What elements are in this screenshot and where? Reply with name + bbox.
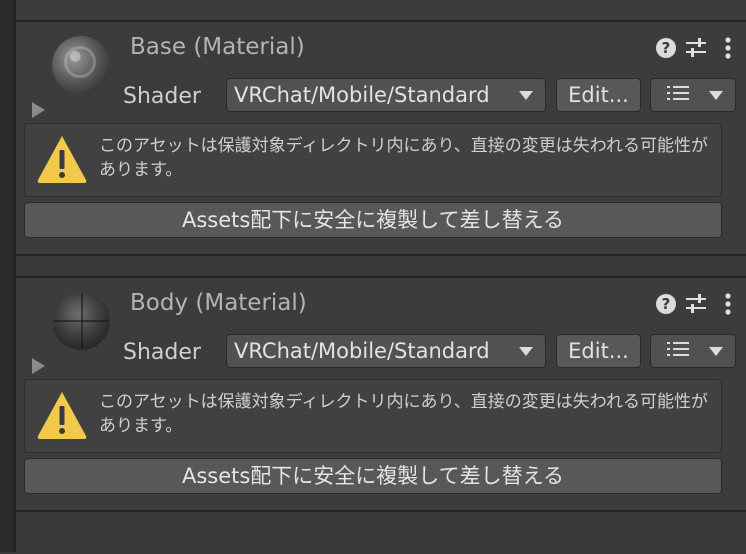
warning-icon [37,136,87,183]
shader-options-button[interactable] [650,334,736,368]
component-separator [16,510,746,554]
foldout-arrow-icon[interactable] [32,102,45,118]
material-panel-base: Base (Material) ? Shader VRChat/Mobile/S… [16,22,746,254]
previous-component-footer [16,0,746,22]
chevron-down-icon [519,346,533,356]
chevron-down-icon [519,90,533,100]
shader-dropdown[interactable]: VRChat/Mobile/Standard [226,78,546,112]
list-icon [667,85,689,105]
duplicate-to-assets-button[interactable]: Assets配下に安全に複製して差し替える [24,458,722,494]
shader-options-button[interactable] [650,78,736,112]
chevron-down-icon [709,346,723,356]
material-preview-sphere [52,292,110,350]
chevron-down-icon [709,90,723,100]
material-title: Base (Material) [130,34,305,60]
warning-icon [37,392,87,439]
shader-label: Shader [123,340,201,365]
list-icon [667,341,689,361]
duplicate-to-assets-button[interactable]: Assets配下に安全に複製して差し替える [24,202,722,238]
more-vertical-icon[interactable] [716,36,740,60]
warning-helpbox: このアセットは保護対象ディレクトリ内にあり、直接の変更は失われる可能性があります… [24,123,722,197]
foldout-arrow-icon[interactable] [32,358,45,374]
warning-text: このアセットは保護対象ディレクトリ内にあり、直接の変更は失われる可能性があります… [99,392,708,436]
material-preview-sphere [52,36,110,94]
material-title: Body (Material) [130,290,307,316]
hierarchy-indent-rule [0,0,16,552]
warning-text: このアセットは保護対象ディレクトリ内にあり、直接の変更は失われる可能性があります… [99,136,708,180]
preset-sliders-icon[interactable] [684,36,708,60]
material-panel-body: Body (Material) ? Shader VRChat/Mobile/S… [16,278,746,510]
shader-value: VRChat/Mobile/Standard [234,83,490,107]
component-separator [16,254,746,278]
help-icon[interactable]: ? [654,36,678,60]
edit-shader-button[interactable]: Edit... [556,334,641,368]
preset-sliders-icon[interactable] [684,292,708,316]
help-icon[interactable]: ? [654,292,678,316]
shader-dropdown[interactable]: VRChat/Mobile/Standard [226,334,546,368]
shader-label: Shader [123,84,201,109]
shader-value: VRChat/Mobile/Standard [234,339,490,363]
warning-helpbox: このアセットは保護対象ディレクトリ内にあり、直接の変更は失われる可能性があります… [24,379,722,453]
more-vertical-icon[interactable] [716,292,740,316]
edit-shader-button[interactable]: Edit... [556,78,641,112]
